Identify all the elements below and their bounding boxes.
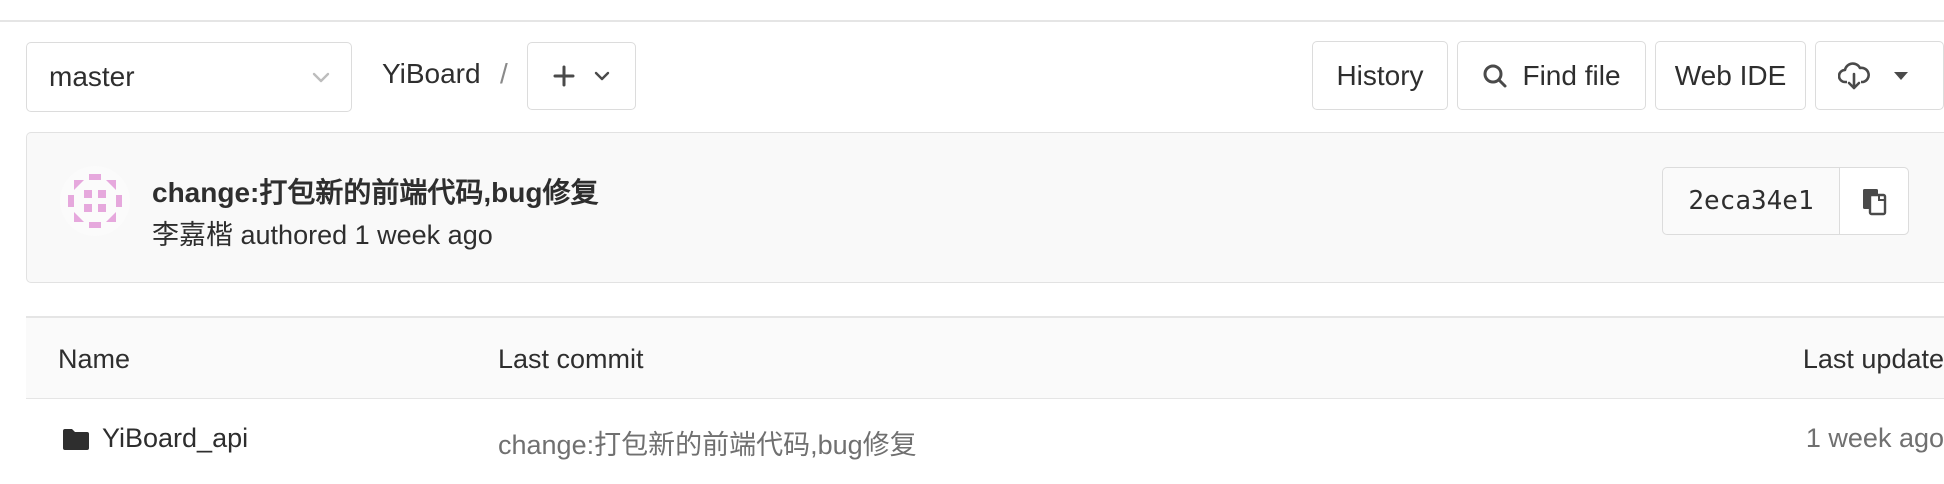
web-ide-button-label: Web IDE	[1674, 59, 1787, 91]
find-file-button[interactable]: Find file	[1457, 41, 1646, 110]
copy-sha-button[interactable]	[1840, 168, 1908, 234]
branch-selector[interactable]: master	[26, 42, 352, 112]
commit-time: 1 week ago	[354, 220, 493, 250]
avatar[interactable]	[60, 166, 130, 236]
history-button[interactable]: History	[1312, 41, 1448, 110]
clipboard-icon	[1863, 189, 1887, 216]
commit-sha[interactable]: 2eca34e1	[1663, 168, 1840, 234]
download-dropdown[interactable]	[1815, 41, 1944, 110]
file-tree-table: Name Last commit Last update YiBoard_api…	[26, 316, 1944, 484]
commit-author[interactable]: 李嘉楷	[152, 220, 233, 250]
chevron-down-icon	[594, 71, 609, 81]
commit-title[interactable]: change:打包新的前端代码,bug修复	[152, 171, 598, 211]
search-icon	[1483, 64, 1507, 87]
commit-sha-group: 2eca34e1	[1662, 167, 1909, 235]
find-file-button-label: Find file	[1522, 59, 1621, 91]
row-last-commit[interactable]: change:打包新的前端代码,bug修复	[498, 423, 917, 462]
caret-down-icon	[1894, 71, 1908, 80]
commit-meta: 李嘉楷 authored 1 week ago	[152, 213, 493, 252]
folder-icon	[63, 428, 89, 450]
identicon-avatar	[68, 174, 122, 228]
column-header-last-update: Last update	[1802, 344, 1944, 374]
plus-icon	[553, 65, 574, 87]
row-last-update: 1 week ago	[1805, 423, 1944, 453]
cloud-download-icon	[1838, 61, 1870, 89]
add-new-dropdown[interactable]	[527, 42, 636, 110]
breadcrumb-repo-name[interactable]: YiBoard	[382, 58, 481, 90]
chevron-down-icon	[312, 72, 330, 83]
top-divider	[0, 20, 1944, 22]
commit-authored-label: authored	[240, 220, 348, 250]
web-ide-button[interactable]: Web IDE	[1655, 41, 1806, 110]
file-name[interactable]: YiBoard_api	[102, 423, 248, 454]
last-commit-panel: change:打包新的前端代码,bug修复 李嘉楷 authored 1 wee…	[26, 132, 1944, 283]
table-header: Name Last commit Last update	[26, 316, 1944, 399]
file-name-cell[interactable]: YiBoard_api	[62, 423, 248, 454]
branch-selector-label: master	[49, 61, 135, 92]
history-button-label: History	[1336, 59, 1424, 91]
table-row[interactable]: YiBoard_api change:打包新的前端代码,bug修复 1 week…	[26, 399, 1944, 484]
breadcrumb-separator: /	[500, 58, 508, 89]
